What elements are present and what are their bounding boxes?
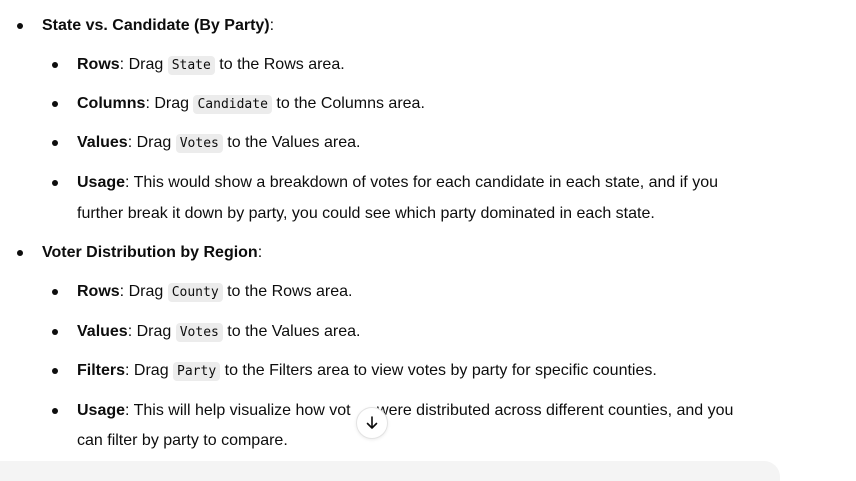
section-title: State vs. Candidate (By Party):	[42, 17, 275, 34]
inline-code: Votes	[175, 323, 223, 342]
list-item-text: Values: Drag Votes to the Values area.	[77, 323, 361, 342]
list-item-text: Columns: Drag Candidate to the Columns a…	[77, 95, 425, 114]
section-title: Voter Distribution by Region:	[42, 244, 263, 261]
list-item-text: Usage: This would show a breakdown of vo…	[77, 174, 718, 191]
bullet-dot	[17, 250, 23, 256]
inline-code: Party	[173, 362, 221, 381]
composer-edge	[0, 461, 780, 481]
scroll-to-bottom-button[interactable]	[356, 407, 388, 439]
bullet-dot	[17, 23, 23, 29]
bullet-dot	[52, 329, 58, 335]
list-item-text: Rows: Drag State to the Rows area.	[77, 56, 345, 75]
list-item-text: Rows: Drag County to the Rows area.	[77, 283, 353, 302]
inline-code: County	[167, 283, 223, 302]
list-item-text: Filters: Drag Party to the Filters area …	[77, 362, 657, 381]
bullet-dot	[52, 101, 58, 107]
bullet-dot	[52, 140, 58, 146]
inline-code: State	[167, 56, 215, 75]
bullet-dot	[52, 408, 58, 414]
list-item-text: Values: Drag Votes to the Values area.	[77, 134, 361, 153]
inline-code: Candidate	[193, 95, 272, 114]
bullet-dot	[52, 180, 58, 186]
list-item-text-continued: further break it down by party, you coul…	[77, 205, 655, 222]
inline-code: Votes	[175, 134, 223, 153]
list-item-text: Usage: This will help visualize how vot …	[77, 402, 734, 419]
arrow-down-icon	[366, 416, 378, 429]
bullet-dot	[52, 289, 58, 295]
bullet-dot	[52, 368, 58, 374]
list-item-text-continued: can filter by party to compare.	[77, 432, 288, 449]
bullet-dot	[52, 62, 58, 68]
